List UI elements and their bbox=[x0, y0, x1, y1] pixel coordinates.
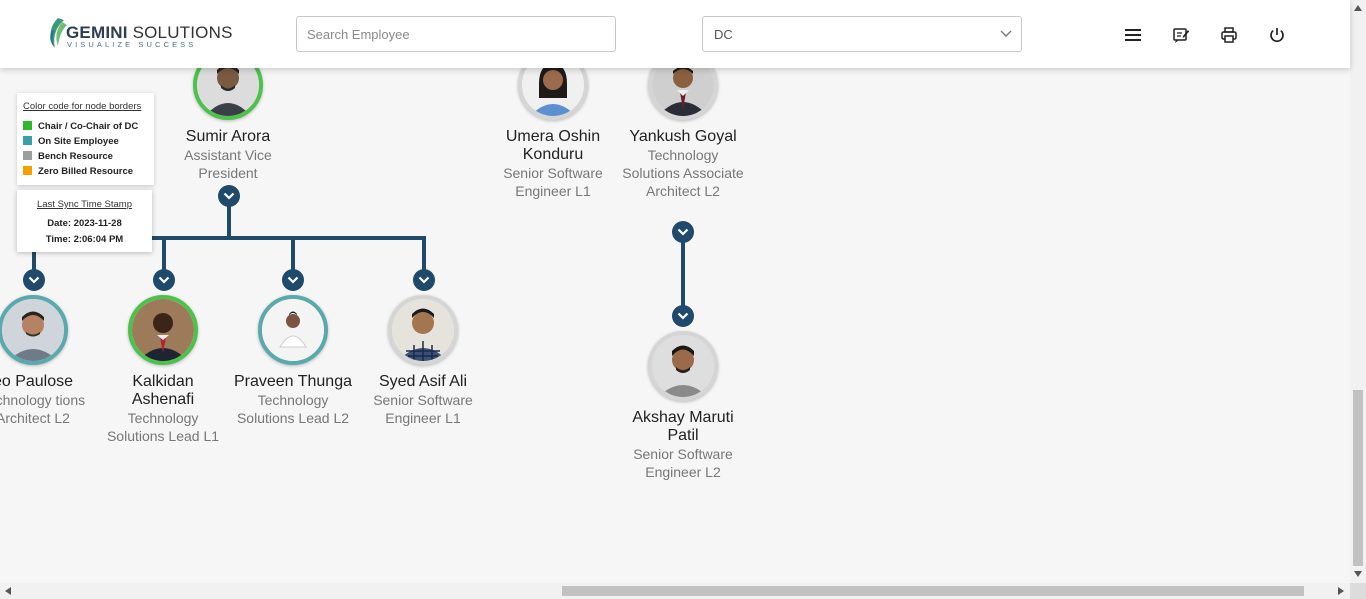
employee-node-praveen[interactable]: Praveen Thunga Technology Solutions Lead… bbox=[228, 295, 358, 427]
employee-node-sumir[interactable]: Sumir Arora Assistant Vice President bbox=[163, 50, 293, 182]
connector-line bbox=[422, 236, 426, 271]
employee-name: eo Paulose bbox=[0, 373, 74, 390]
expand-toggle-praveen[interactable] bbox=[282, 269, 304, 291]
power-icon[interactable] bbox=[1266, 24, 1288, 46]
employee-name: Syed Asif Ali bbox=[378, 373, 468, 390]
person-photo-icon bbox=[2, 299, 64, 361]
employee-name: Yankush Goyal bbox=[629, 128, 737, 145]
expand-toggle-syed[interactable] bbox=[413, 269, 435, 291]
app-header: GEMINI SOLUTIONS VISUALIZE SUCCESS DC bbox=[0, 0, 1350, 68]
avatar bbox=[0, 295, 68, 365]
dc-select-value: DC bbox=[714, 27, 733, 42]
employee-role: Assistant Vice President bbox=[184, 147, 272, 181]
connector-line bbox=[162, 236, 166, 271]
chevron-down-icon bbox=[28, 276, 40, 284]
dc-select[interactable]: DC bbox=[702, 16, 1022, 52]
scroll-left-icon[interactable] bbox=[5, 587, 11, 595]
collapse-toggle-yankush[interactable] bbox=[672, 221, 694, 243]
last-sync-card: Last Sync Time Stamp Date: 2023-11-28 Ti… bbox=[17, 190, 152, 252]
chevron-down-icon bbox=[287, 276, 299, 284]
employee-role: Senior Software Engineer L1 bbox=[373, 392, 473, 426]
chevron-down-icon bbox=[1000, 30, 1012, 37]
scroll-up-icon[interactable] bbox=[1354, 5, 1362, 11]
person-photo-icon bbox=[262, 299, 324, 361]
vertical-scrollbar[interactable] bbox=[1350, 0, 1366, 583]
chevron-down-icon bbox=[677, 228, 689, 236]
logo-tagline: VISUALIZE SUCCESS bbox=[67, 40, 197, 49]
employee-role: Senior Software Engineer L1 bbox=[503, 165, 603, 199]
employee-name: Praveen Thunga bbox=[233, 373, 352, 390]
connector-line bbox=[227, 205, 231, 238]
collapse-toggle-sumir[interactable] bbox=[218, 185, 240, 207]
search-employee-input[interactable] bbox=[296, 16, 616, 52]
person-photo-icon bbox=[392, 299, 454, 361]
gemini-leaf-icon bbox=[50, 18, 67, 48]
sync-time: Time: 2:06:04 PM bbox=[45, 234, 124, 245]
legend-swatch bbox=[23, 151, 32, 160]
menu-icon[interactable] bbox=[1122, 24, 1144, 46]
expand-toggle-paulose[interactable] bbox=[23, 269, 45, 291]
chevron-down-icon bbox=[223, 192, 235, 200]
border-color-legend: Color code for node borders Chair / Co-C… bbox=[17, 93, 154, 185]
horizontal-scroll-thumb[interactable] bbox=[562, 586, 1304, 596]
gemini-logo[interactable]: GEMINI SOLUTIONS VISUALIZE SUCCESS bbox=[46, 16, 232, 52]
chevron-down-icon bbox=[418, 276, 430, 284]
chevron-down-icon bbox=[158, 276, 170, 284]
expand-toggle-kalkidan[interactable] bbox=[153, 269, 175, 291]
employee-name: Akshay Maruti Patil bbox=[632, 409, 734, 444]
scroll-down-icon[interactable] bbox=[1354, 571, 1362, 577]
employee-role: Technology tions Architect L2 bbox=[0, 392, 86, 426]
employee-node-umera[interactable]: Umera Oshin Konduru Senior Software Engi… bbox=[488, 50, 618, 200]
employee-name: Sumir Arora bbox=[185, 128, 271, 145]
edit-note-icon[interactable] bbox=[1170, 24, 1192, 46]
person-photo-icon bbox=[132, 299, 194, 361]
avatar bbox=[648, 331, 718, 401]
legend-swatch bbox=[23, 136, 32, 145]
sync-date: Date: 2023-11-28 bbox=[47, 218, 122, 229]
horizontal-scrollbar[interactable] bbox=[0, 583, 1350, 599]
employee-role: Technology Solutions Associate Architect… bbox=[622, 147, 744, 199]
avatar bbox=[388, 295, 458, 365]
scroll-right-icon[interactable] bbox=[1338, 587, 1344, 595]
legend-title: Color code for node borders bbox=[23, 101, 142, 112]
employee-role: Senior Software Engineer L2 bbox=[633, 446, 733, 480]
employee-node-syed[interactable]: Syed Asif Ali Senior Software Engineer L… bbox=[358, 295, 488, 427]
expand-toggle-akshay[interactable] bbox=[672, 305, 694, 327]
legend-item: On Site Employee bbox=[23, 136, 119, 147]
legend-item: Zero Billed Resource bbox=[23, 166, 133, 177]
avatar bbox=[258, 295, 328, 365]
legend-swatch bbox=[23, 166, 32, 175]
legend-item: Chair / Co-Chair of DC bbox=[23, 121, 138, 132]
connector-line bbox=[291, 236, 295, 271]
vertical-scroll-thumb[interactable] bbox=[1353, 390, 1363, 566]
avatar bbox=[128, 295, 198, 365]
person-photo-icon bbox=[652, 335, 714, 397]
sync-title: Last Sync Time Stamp bbox=[36, 199, 133, 210]
employee-node-paulose[interactable]: eo Paulose Technology tions Architect L2 bbox=[0, 295, 98, 427]
legend-swatch bbox=[23, 121, 32, 130]
employee-role: Technology Solutions Lead L1 bbox=[106, 410, 220, 444]
employee-role: Technology Solutions Lead L2 bbox=[236, 392, 350, 426]
employee-name: Kalkidan Ashenafi bbox=[131, 373, 195, 408]
employee-node-akshay[interactable]: Akshay Maruti Patil Senior Software Engi… bbox=[618, 331, 748, 481]
chevron-down-icon bbox=[677, 312, 689, 320]
employee-name: Umera Oshin Konduru bbox=[505, 128, 601, 163]
employee-node-kalkidan[interactable]: Kalkidan Ashenafi Technology Solutions L… bbox=[98, 295, 228, 445]
scrollbar-corner bbox=[1350, 583, 1366, 599]
legend-item: Bench Resource bbox=[23, 151, 113, 162]
connector-line bbox=[681, 240, 685, 310]
print-icon[interactable] bbox=[1218, 24, 1240, 46]
employee-node-yankush[interactable]: Yankush Goyal Technology Solutions Assoc… bbox=[618, 50, 748, 200]
